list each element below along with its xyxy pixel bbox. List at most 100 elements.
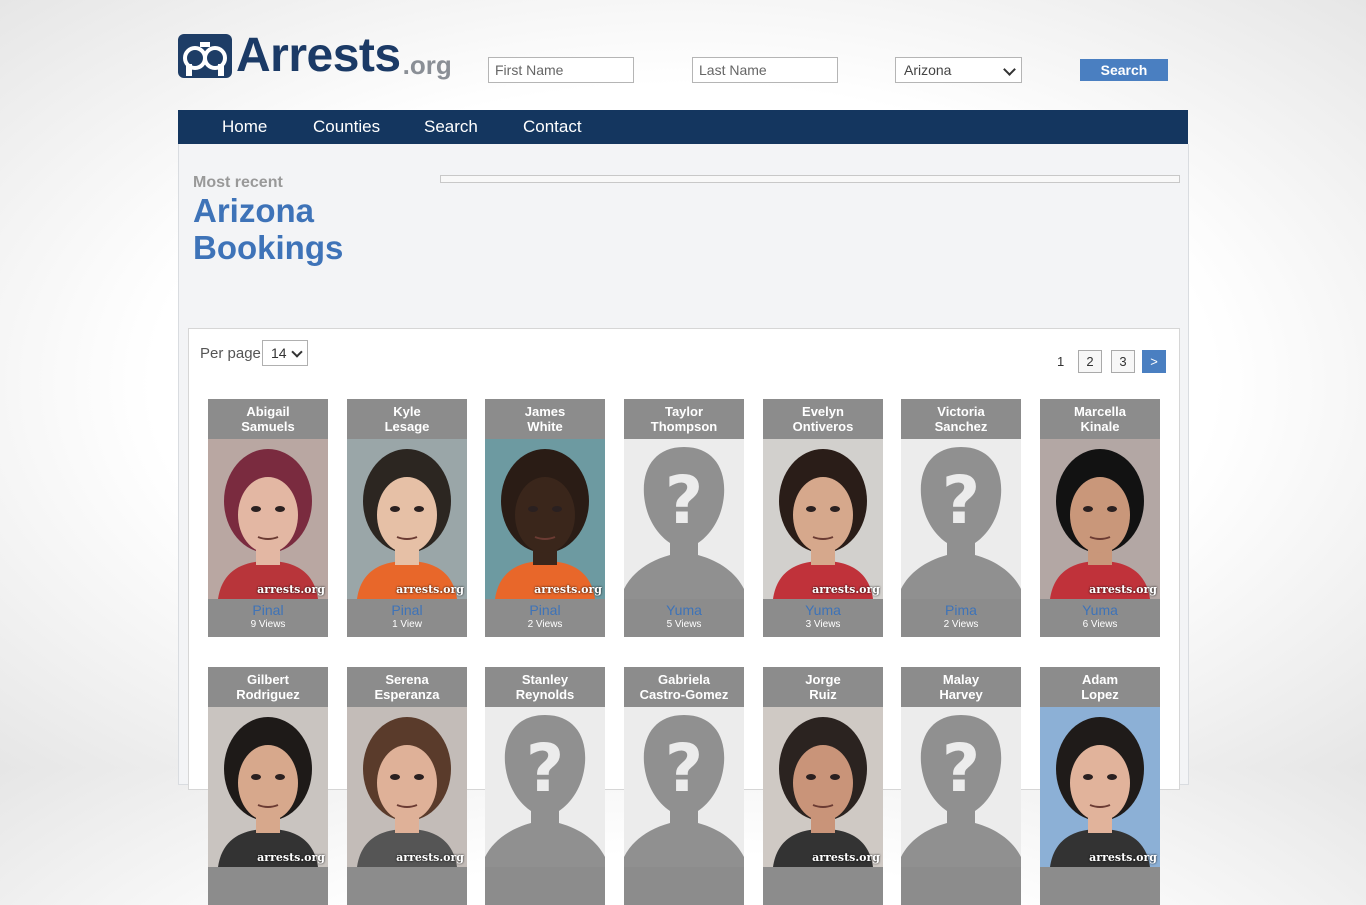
logo-suffix: .org xyxy=(402,50,452,80)
booking-name[interactable]: Serena Esperanza xyxy=(347,667,467,707)
handcuffs-logo-icon xyxy=(178,34,232,78)
booking-last-name: Lopez xyxy=(1081,687,1119,702)
booking-county-link[interactable]: Pinal xyxy=(485,602,605,618)
svg-text:?: ? xyxy=(942,730,980,807)
booking-name[interactable]: Gilbert Rodriguez xyxy=(208,667,328,707)
nav-item-counties[interactable]: Counties xyxy=(313,110,380,144)
booking-card[interactable]: Evelyn Ontiveros arrests.org Yuma 3 Views xyxy=(763,399,883,637)
booking-county-link[interactable]: Pima xyxy=(901,602,1021,618)
per-page-label: Per page xyxy=(200,345,261,362)
booking-first-name: Jorge xyxy=(805,672,841,687)
svg-text:?: ? xyxy=(942,462,980,539)
booking-county-link[interactable]: Yuma xyxy=(624,602,744,618)
booking-views-count: 2 Views xyxy=(943,619,979,630)
bookings-list: Per page 14 1 2 3 > Abigail Samuels arrest… xyxy=(188,328,1180,905)
booking-name[interactable]: James White xyxy=(485,399,605,439)
booking-last-name: Ruiz xyxy=(809,687,837,702)
booking-views-count: 5 Views xyxy=(666,619,702,630)
booking-card[interactable]: Gilbert Rodriguez arrests.org xyxy=(208,667,328,905)
mugshot-photo[interactable]: arrests.org xyxy=(347,707,467,867)
mugshot-photo[interactable]: arrests.org xyxy=(1040,439,1160,599)
mugshot-photo[interactable]: arrests.org xyxy=(208,439,328,599)
ad-banner xyxy=(440,175,1180,183)
state-select[interactable]: Arizona xyxy=(895,57,1022,83)
booking-card[interactable]: Jorge Ruiz arrests.org xyxy=(763,667,883,905)
booking-name[interactable]: Stanley Reynolds xyxy=(485,667,605,707)
no-photo-silhouette-icon[interactable]: ? xyxy=(485,707,605,867)
site-logo[interactable]: Arrests .org xyxy=(178,32,452,80)
booking-card[interactable]: Kyle Lesage arrests.org Pinal 1 View xyxy=(347,399,467,637)
pagination-page-3[interactable]: 3 xyxy=(1111,350,1135,373)
main-nav: Home Counties Search Contact xyxy=(178,110,1188,144)
page-title-line1: Arizona xyxy=(193,192,315,229)
page-title-line2: Bookings xyxy=(193,229,344,266)
booking-name[interactable]: Adam Lopez xyxy=(1040,667,1160,707)
no-photo-silhouette-icon[interactable]: ? xyxy=(624,439,744,599)
last-name-input[interactable] xyxy=(692,57,838,83)
booking-card[interactable]: Gabriela Castro-Gomez? xyxy=(624,667,744,905)
chevron-down-icon xyxy=(291,346,303,358)
booking-first-name: Abigail xyxy=(246,404,290,419)
booking-card[interactable]: James White arrests.org Pinal 2 Views xyxy=(485,399,605,637)
booking-name[interactable]: Abigail Samuels xyxy=(208,399,328,439)
booking-first-name: Marcella xyxy=(1073,404,1127,419)
first-name-input[interactable] xyxy=(488,57,634,83)
booking-county-link[interactable]: Pinal xyxy=(347,602,467,618)
booking-name[interactable]: Kyle Lesage xyxy=(347,399,467,439)
watermark-text: arrests.org xyxy=(396,583,464,596)
booking-card[interactable]: Taylor Thompson? Yuma 5 Views xyxy=(624,399,744,637)
booking-first-name: Victoria xyxy=(937,404,985,419)
booking-name[interactable]: Taylor Thompson xyxy=(624,399,744,439)
booking-card[interactable]: Malay Harvey? xyxy=(901,667,1021,905)
booking-first-name: Gabriela xyxy=(657,672,711,687)
content-panel: Most recent Arizona Bookings Per page 14… xyxy=(178,144,1189,905)
booking-views-count: 3 Views xyxy=(805,619,841,630)
pagination-current: 1 xyxy=(1057,354,1065,369)
booking-last-name: Ontiveros xyxy=(792,419,854,434)
booking-last-name: Reynolds xyxy=(515,687,575,702)
mugshot-photo[interactable]: arrests.org xyxy=(485,439,605,599)
svg-text:?: ? xyxy=(665,730,703,807)
nav-item-contact[interactable]: Contact xyxy=(523,110,582,144)
booking-card[interactable]: Serena Esperanza arrests.org xyxy=(347,667,467,905)
no-photo-silhouette-icon[interactable]: ? xyxy=(901,707,1021,867)
booking-name[interactable]: Gabriela Castro-Gomez xyxy=(624,667,744,707)
booking-card[interactable]: Stanley Reynolds? xyxy=(485,667,605,905)
booking-first-name: Malay xyxy=(942,672,980,687)
booking-last-name: Rodriguez xyxy=(236,687,300,702)
pagination-next-button[interactable]: > xyxy=(1142,350,1166,373)
mugshot-photo[interactable]: arrests.org xyxy=(347,439,467,599)
per-page-value: 14 xyxy=(271,345,287,361)
booking-card[interactable]: Victoria Sanchez? Pima 2 Views xyxy=(901,399,1021,637)
booking-name[interactable]: Victoria Sanchez xyxy=(901,399,1021,439)
watermark-text: arrests.org xyxy=(396,851,464,864)
booking-last-name: Thompson xyxy=(650,419,718,434)
search-button[interactable]: Search xyxy=(1080,59,1168,81)
booking-county-link[interactable]: Yuma xyxy=(763,602,883,618)
svg-text:?: ? xyxy=(665,462,703,539)
nav-item-search[interactable]: Search xyxy=(424,110,478,144)
pagination-page-2[interactable]: 2 xyxy=(1078,350,1102,373)
booking-first-name: Stanley xyxy=(521,672,569,687)
watermark-text: arrests.org xyxy=(534,583,602,596)
booking-first-name: Kyle xyxy=(393,404,421,419)
per-page-select[interactable]: 14 xyxy=(262,340,308,366)
mugshot-photo[interactable]: arrests.org xyxy=(208,707,328,867)
site-header: Arrests .org Arizona Search xyxy=(178,30,1188,90)
booking-name[interactable]: Marcella Kinale xyxy=(1040,399,1160,439)
booking-name[interactable]: Malay Harvey xyxy=(901,667,1021,707)
mugshot-photo[interactable]: arrests.org xyxy=(763,707,883,867)
no-photo-silhouette-icon[interactable]: ? xyxy=(624,707,744,867)
mugshot-photo[interactable]: arrests.org xyxy=(1040,707,1160,867)
booking-card[interactable]: Marcella Kinale arrests.org Yuma 6 Views xyxy=(1040,399,1160,637)
booking-name[interactable]: Evelyn Ontiveros xyxy=(763,399,883,439)
booking-county-link[interactable]: Pinal xyxy=(208,602,328,618)
booking-name[interactable]: Jorge Ruiz xyxy=(763,667,883,707)
booking-county-link[interactable]: Yuma xyxy=(1040,602,1160,618)
no-photo-silhouette-icon[interactable]: ? xyxy=(901,439,1021,599)
booking-card[interactable]: Adam Lopez arrests.org xyxy=(1040,667,1160,905)
mugshot-photo[interactable]: arrests.org xyxy=(763,439,883,599)
booking-card[interactable]: Abigail Samuels arrests.org Pinal 9 Views xyxy=(208,399,328,637)
booking-last-name: Castro-Gomez xyxy=(639,687,729,702)
nav-item-home[interactable]: Home xyxy=(222,110,267,144)
